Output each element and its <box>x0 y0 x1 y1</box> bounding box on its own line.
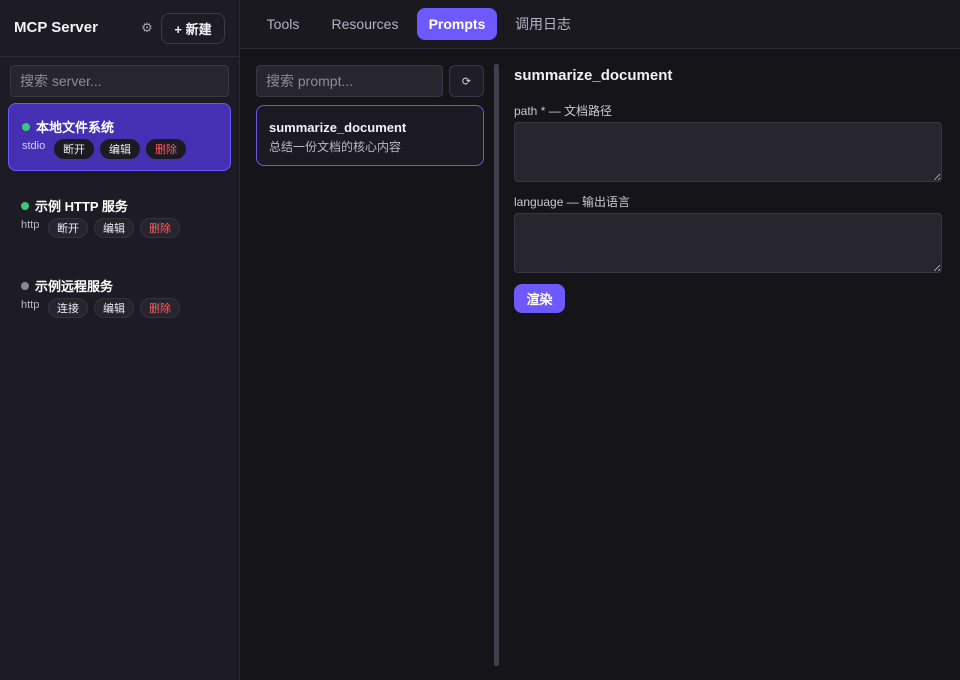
status-dot-icon <box>21 281 29 290</box>
prompt-search-input[interactable] <box>256 65 443 97</box>
path-field-label: path * — 文档路径 <box>514 104 613 118</box>
app-window: MCP Server ⚙ + 新建 本地文件系统 stdio 断开 编辑 删除 … <box>0 0 960 680</box>
server-item-remote[interactable]: 示例远程服务 http 连接 编辑 删除 <box>8 263 231 331</box>
sidebar: MCP Server ⚙ + 新建 本地文件系统 stdio 断开 编辑 删除 … <box>0 0 240 680</box>
new-server-button[interactable]: + 新建 <box>161 13 225 44</box>
language-field[interactable] <box>514 213 942 273</box>
server-item-local-fs[interactable]: 本地文件系统 stdio 断开 编辑 删除 <box>8 103 231 171</box>
status-dot-icon <box>21 201 29 210</box>
server-name-row: 示例 HTTP 服务 <box>21 196 128 215</box>
server-type: http <box>21 299 40 311</box>
server-name: 示例 HTTP 服务 <box>35 199 128 214</box>
connect-button[interactable]: 连接 <box>48 298 88 318</box>
tab-prompts[interactable]: Prompts <box>417 8 497 40</box>
tab-tools[interactable]: Tools <box>254 8 312 40</box>
server-actions: 断开 编辑 删除 <box>48 218 180 238</box>
tab-call-log[interactable]: 调用日志 <box>504 8 582 40</box>
disconnect-button[interactable]: 断开 <box>54 139 94 159</box>
server-item-http[interactable]: 示例 HTTP 服务 http 断开 编辑 删除 <box>8 183 231 251</box>
render-button[interactable]: 渲染 <box>514 284 565 313</box>
refresh-icon[interactable]: ⟳ <box>449 65 484 97</box>
server-type: stdio <box>22 140 46 152</box>
gear-icon[interactable]: ⚙ <box>139 20 155 36</box>
tab-bar: Tools Resources Prompts 调用日志 <box>240 0 960 49</box>
delete-button[interactable]: 删除 <box>146 139 186 159</box>
tab-resources[interactable]: Resources <box>322 8 408 40</box>
server-type: http <box>21 219 40 231</box>
server-name: 示例远程服务 <box>35 279 114 294</box>
edit-button[interactable]: 编辑 <box>94 218 134 238</box>
prompt-list-pane: ⟳ summarize_document 总结一份文档的核心内容 <box>240 49 495 680</box>
edit-button[interactable]: 编辑 <box>94 298 134 318</box>
server-name: 本地文件系统 <box>36 120 115 135</box>
server-actions: 断开 编辑 删除 <box>54 139 186 159</box>
delete-button[interactable]: 删除 <box>140 298 180 318</box>
disconnect-button[interactable]: 断开 <box>48 218 88 238</box>
prompt-item[interactable]: summarize_document 总结一份文档的核心内容 <box>256 105 484 166</box>
sidebar-header: MCP Server ⚙ + 新建 <box>0 0 239 57</box>
prompt-description: 总结一份文档的核心内容 <box>269 140 402 154</box>
server-name-row: 本地文件系统 <box>22 117 114 136</box>
pane-resize-handle[interactable] <box>494 64 499 666</box>
status-dot-icon <box>22 122 30 131</box>
prompt-detail-title: summarize_document <box>514 67 673 84</box>
language-field-label: language — 输出语言 <box>514 195 631 209</box>
server-search-input[interactable] <box>10 65 229 97</box>
delete-button[interactable]: 删除 <box>140 218 180 238</box>
sidebar-title: MCP Server <box>14 19 98 36</box>
server-name-row: 示例远程服务 <box>21 276 113 295</box>
server-actions: 连接 编辑 删除 <box>48 298 180 318</box>
edit-button[interactable]: 编辑 <box>100 139 140 159</box>
path-field[interactable] <box>514 122 942 182</box>
prompt-name: summarize_document <box>269 120 407 135</box>
